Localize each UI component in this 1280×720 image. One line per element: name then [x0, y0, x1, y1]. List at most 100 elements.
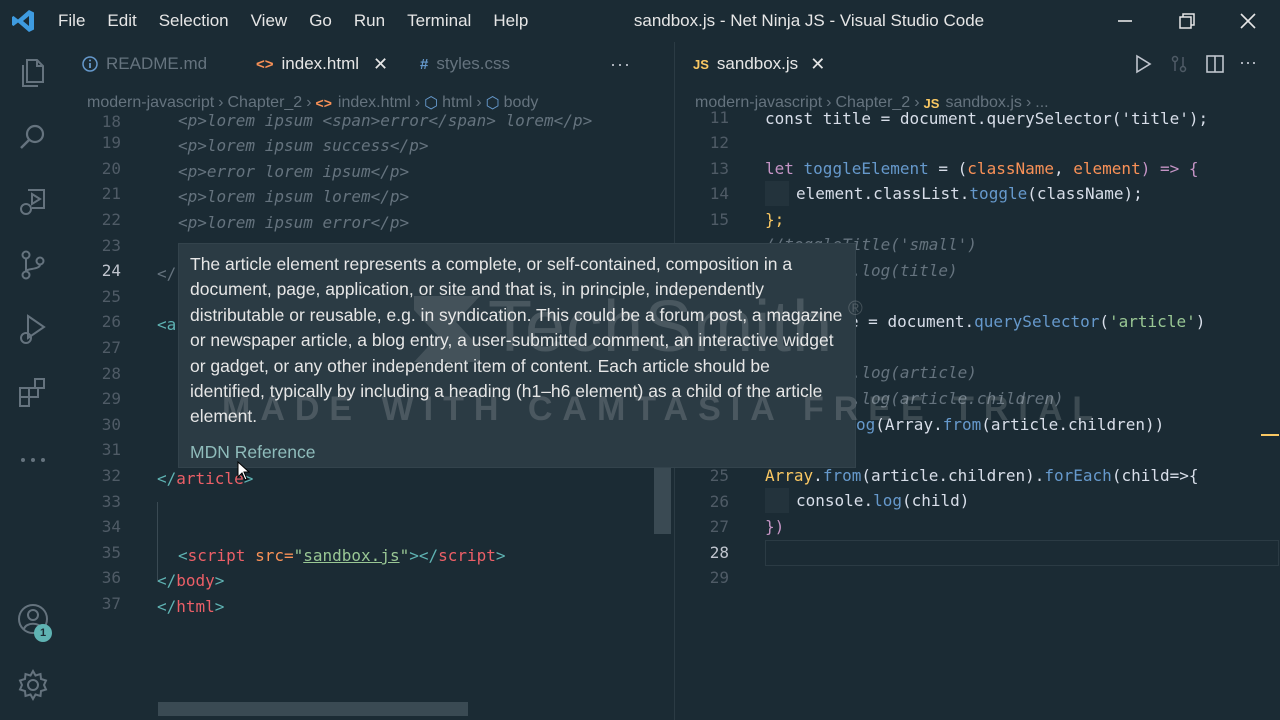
- line-number: 30: [101, 415, 121, 434]
- menu-edit[interactable]: Edit: [107, 11, 136, 31]
- hash-icon: #: [420, 55, 429, 73]
- code-line: };: [765, 210, 785, 229]
- line-number: 19: [101, 133, 121, 152]
- horizontal-scrollbar-thumb[interactable]: [158, 702, 468, 716]
- code-token: ): [1195, 312, 1206, 331]
- js-icon: JS: [693, 56, 709, 72]
- line-number: 18: [101, 112, 121, 131]
- line-number-current: 24: [101, 261, 121, 280]
- code-line: let toggleElement = (className, element)…: [765, 156, 1199, 182]
- code-token: console: [796, 491, 864, 510]
- code-token: from: [822, 466, 862, 485]
- line-number: 22: [101, 210, 121, 229]
- search-icon: [20, 124, 45, 149]
- code-token: ></: [409, 546, 439, 565]
- explorer-button[interactable]: [16, 56, 50, 90]
- tab-styles-css[interactable]: # styles.css: [406, 42, 596, 86]
- minimize-button[interactable]: [1110, 8, 1140, 34]
- menu-bar: File Edit Selection View Go Run Terminal…: [58, 0, 550, 42]
- current-line-highlight: [765, 540, 1279, 566]
- extensions-button[interactable]: [16, 376, 50, 410]
- minimize-icon: [1118, 20, 1132, 22]
- indent-guide: [765, 488, 789, 513]
- menu-go[interactable]: Go: [309, 11, 332, 31]
- restore-icon: [1179, 13, 1195, 29]
- line-number-current: 28: [709, 543, 729, 562]
- code-line: icle = document.querySelector('article'): [820, 309, 1205, 335]
- code-token: .: [863, 491, 874, 510]
- source-control-button[interactable]: [16, 248, 50, 282]
- open-changes-icon[interactable]: [1169, 54, 1189, 74]
- code-line: </: [157, 264, 177, 283]
- code-token: src=: [245, 546, 294, 565]
- line-number: 11: [709, 108, 729, 127]
- code-token-link[interactable]: sandbox.js: [303, 546, 399, 565]
- line-number: 33: [101, 492, 121, 511]
- line-number: 36: [101, 568, 121, 587]
- settings-button[interactable]: [16, 668, 50, 702]
- line-number: 12: [709, 133, 729, 152]
- close-tab-icon[interactable]: ✕: [810, 54, 825, 75]
- line-number: 20: [101, 159, 121, 178]
- menu-view[interactable]: View: [251, 11, 288, 31]
- line-number: 29: [709, 568, 729, 587]
- code-line: <a: [157, 315, 177, 334]
- menu-help[interactable]: Help: [493, 11, 528, 31]
- code-token: from: [942, 415, 982, 434]
- code-token: ) => {: [1140, 159, 1199, 178]
- code-token: forEach: [1044, 466, 1112, 485]
- code-token: .: [863, 184, 874, 203]
- tab-bar-right: JS sandbox.js ✕: [675, 42, 1280, 86]
- files-icon: [22, 59, 44, 87]
- more-actions-button[interactable]: ···: [596, 42, 645, 86]
- tab-index-html[interactable]: <> index.html ✕: [242, 42, 406, 86]
- code-token: document: [887, 312, 965, 331]
- code-token: >: [214, 571, 225, 590]
- split-editor-icon[interactable]: [1205, 54, 1225, 74]
- code-line: og(Array.from(article.children)): [856, 412, 1164, 438]
- menu-file[interactable]: File: [58, 11, 85, 31]
- code-token: ": [293, 546, 304, 565]
- code-token: script: [187, 546, 246, 565]
- code-token: element: [796, 184, 864, 203]
- run-debug-button[interactable]: [16, 184, 50, 218]
- menu-selection[interactable]: Selection: [159, 11, 229, 31]
- tab-bar-left: README.md <> index.html ✕ # styles.css ·…: [66, 42, 674, 86]
- code-token: (: [1099, 312, 1110, 331]
- vscode-logo-icon[interactable]: [10, 8, 36, 34]
- code-token: (article.children).: [861, 466, 1045, 485]
- line-number: 26: [101, 312, 121, 331]
- menu-run[interactable]: Run: [354, 11, 385, 31]
- mdn-reference-link[interactable]: MDN Reference: [190, 440, 845, 465]
- more-actions-button[interactable]: ···: [1239, 52, 1257, 73]
- close-window-button[interactable]: [1233, 8, 1263, 34]
- tab-label: index.html: [281, 54, 360, 73]
- restore-button[interactable]: [1172, 8, 1202, 34]
- source-control-icon: [21, 250, 45, 280]
- code-line: const title = document.querySelector('ti…: [765, 109, 1209, 128]
- info-icon: [82, 56, 98, 72]
- run-file-icon[interactable]: [1133, 54, 1153, 74]
- code-token: (child): [901, 491, 970, 510]
- code-token: querySelector: [974, 312, 1100, 331]
- ellipsis-icon: [21, 458, 45, 462]
- run-button[interactable]: [16, 312, 50, 346]
- tab-label: sandbox.js: [716, 54, 799, 73]
- tab-readme[interactable]: README.md: [66, 42, 242, 86]
- close-tab-icon[interactable]: ✕: [373, 54, 388, 75]
- code-line: </html>: [157, 594, 224, 620]
- extensions-icon: [19, 378, 45, 407]
- line-number: 25: [101, 287, 121, 306]
- line-number: 27: [709, 517, 729, 536]
- code-token: .: [933, 415, 943, 434]
- code-token: .: [813, 466, 823, 485]
- code-token: .: [964, 312, 975, 331]
- code-token: toggle: [969, 184, 1028, 203]
- more-views-button[interactable]: [16, 440, 50, 474]
- tooltip-description: The article element represents a complet…: [190, 254, 843, 427]
- tab-sandbox-js[interactable]: JS sandbox.js ✕: [675, 42, 839, 86]
- code-line: }): [765, 517, 785, 536]
- search-button[interactable]: [16, 120, 50, 154]
- code-line: <p>lorem ipsum success</p>: [178, 136, 429, 155]
- menu-terminal[interactable]: Terminal: [407, 11, 471, 31]
